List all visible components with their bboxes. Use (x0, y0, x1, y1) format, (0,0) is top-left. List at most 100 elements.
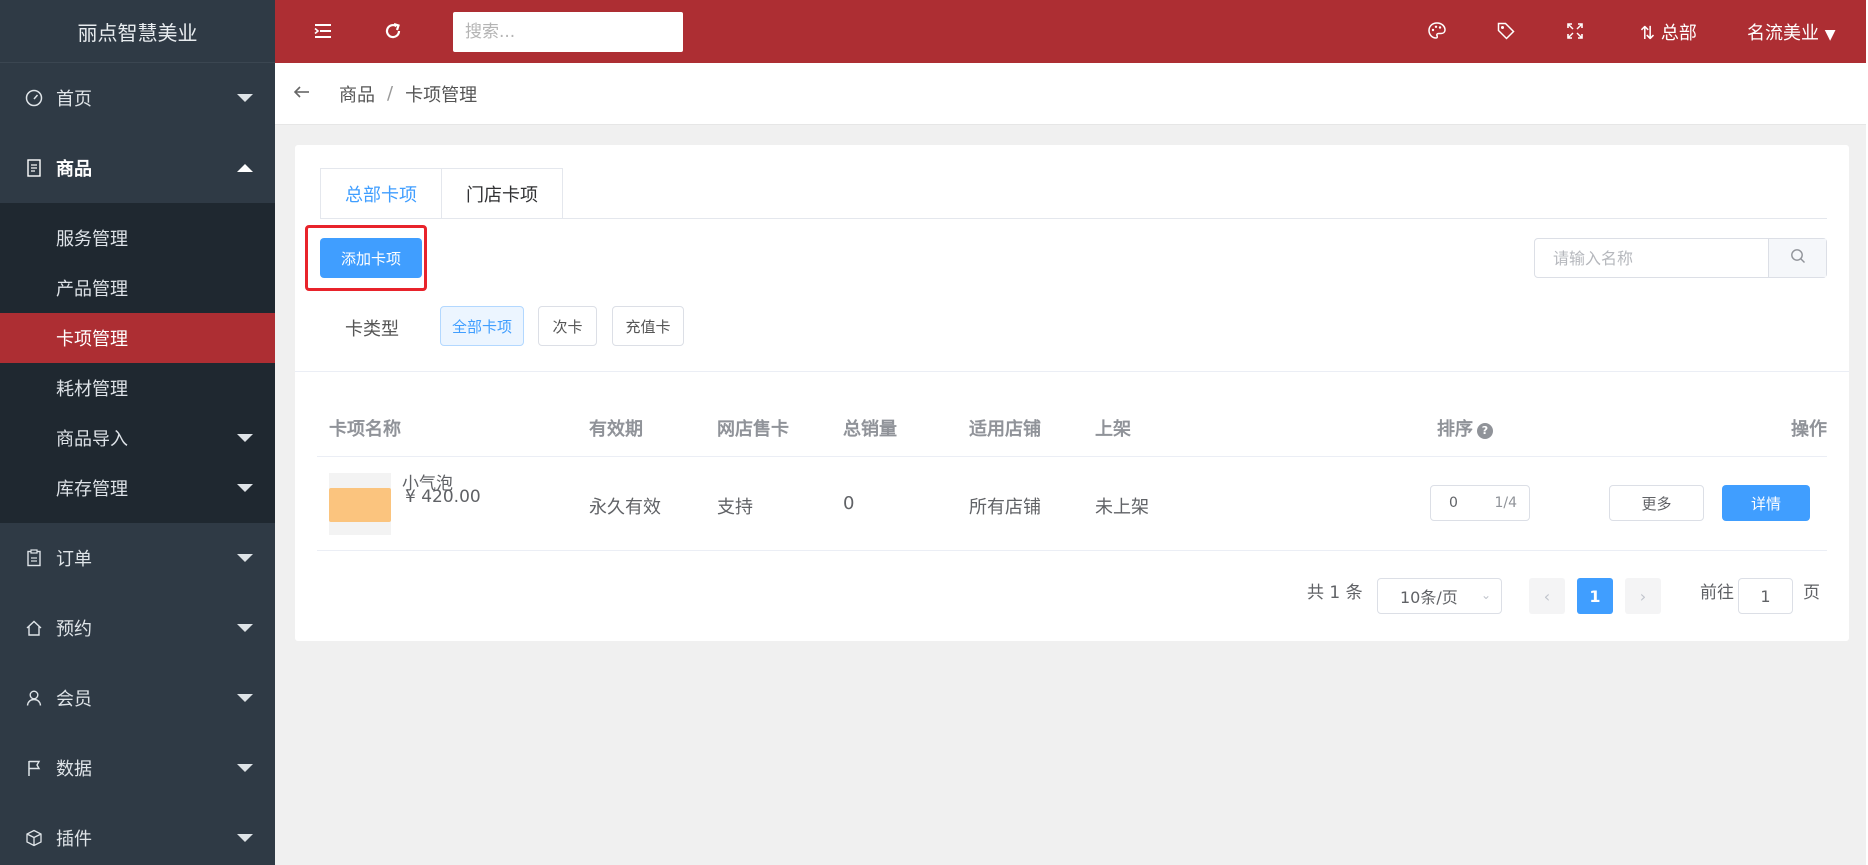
next-page-button[interactable]: › (1625, 578, 1661, 614)
table-row: 小气泡 ¥ 420.00 永久有效 支持 0 所有店铺 未上架 0 1/4 更多… (317, 457, 1827, 551)
sidebar-item-label: 预约 (56, 619, 92, 640)
tabs-underline (320, 218, 1827, 219)
sidebar-item-label: 库存管理 (56, 479, 128, 500)
cube-icon (24, 828, 44, 848)
chevron-down-icon (237, 94, 253, 102)
filter-all-cards[interactable]: 全部卡项 (440, 306, 524, 346)
sidebar: 丽点智慧美业 首页 商品 服务管理 产品管理 卡项管理 耗材管理 商品导入 库存… (0, 0, 275, 865)
detail-button[interactable]: 详情 (1722, 485, 1810, 521)
sidebar-item-appointments[interactable]: 预约 (0, 593, 275, 663)
section-divider (295, 371, 1849, 372)
chevron-down-icon (237, 624, 253, 632)
dashboard-icon (24, 88, 44, 108)
column-header-sort: 排序? (1437, 415, 1493, 441)
tab-store-cards[interactable]: 门店卡项 (442, 168, 563, 219)
sort-value: 0 (1449, 495, 1458, 511)
page-size-value: 10条/页 (1400, 588, 1458, 607)
sidebar-item-product-import[interactable]: 商品导入 (0, 413, 275, 463)
breadcrumb-item-card-management: 卡项管理 (405, 84, 478, 106)
card-type-label: 卡类型 (345, 319, 399, 340)
sidebar-item-products[interactable]: 商品 (0, 133, 275, 203)
chevron-down-icon (237, 554, 253, 562)
name-search-input[interactable] (1535, 239, 1768, 277)
flag-icon (24, 758, 44, 778)
theme-palette-icon[interactable] (1423, 17, 1451, 45)
chevron-right-icon: › (1639, 586, 1647, 606)
column-header-validity: 有效期 (589, 419, 643, 440)
user-icon (24, 688, 44, 708)
sort-order-input[interactable]: 0 1/4 (1430, 485, 1530, 521)
page-size-select[interactable]: 10条/页 ⌄ (1377, 578, 1502, 614)
goto-page-input[interactable] (1738, 578, 1793, 614)
sidebar-item-plugins[interactable]: 插件 (0, 803, 275, 865)
table-header: 卡项名称 有效期 网店售卡 总销量 适用店铺 上架 排序? 操作 (317, 395, 1827, 457)
products-submenu: 服务管理 产品管理 卡项管理 耗材管理 商品导入 库存管理 (0, 203, 275, 523)
sidebar-item-label: 商品导入 (56, 429, 128, 450)
column-header-stores: 适用店铺 (969, 419, 1041, 440)
top-bar: ⇅ 总部 名流美业 ▼ (275, 0, 1866, 63)
column-header-online-sale: 网店售卡 (717, 419, 789, 440)
card-listed-status: 未上架 (1095, 497, 1149, 518)
sort-char-count: 1/4 (1494, 495, 1517, 511)
tab-hq-cards[interactable]: 总部卡项 (320, 168, 442, 219)
sidebar-item-consumables-management[interactable]: 耗材管理 (0, 363, 275, 413)
menu-collapse-icon[interactable] (309, 17, 337, 45)
sidebar-item-service-management[interactable]: 服务管理 (0, 213, 275, 263)
caret-down-icon: ▼ (1824, 27, 1836, 43)
chevron-down-icon (237, 764, 253, 772)
sidebar-item-home[interactable]: 首页 (0, 63, 275, 133)
card-total-sales: 0 (843, 493, 855, 514)
breadcrumb-separator: / (387, 83, 394, 104)
document-icon (24, 158, 44, 178)
back-arrow-icon[interactable] (293, 83, 313, 104)
prev-page-button[interactable]: ‹ (1529, 578, 1565, 614)
filter-count-card[interactable]: 次卡 (538, 306, 597, 346)
switch-hq-button[interactable]: ⇅ 总部 (1640, 19, 1697, 45)
search-button[interactable] (1768, 239, 1826, 277)
more-button[interactable]: 更多 (1609, 485, 1704, 521)
help-icon[interactable]: ? (1477, 422, 1493, 439)
sidebar-item-product-management[interactable]: 产品管理 (0, 263, 275, 313)
column-header-name: 卡项名称 (329, 419, 401, 440)
card-online-sale: 支持 (717, 497, 753, 518)
add-card-button[interactable]: 添加卡项 (320, 238, 422, 278)
sidebar-item-orders[interactable]: 订单 (0, 523, 275, 593)
store-dropdown[interactable]: 名流美业 ▼ (1747, 19, 1836, 45)
column-header-actions: 操作 (1791, 419, 1827, 440)
sidebar-item-label: 插件 (56, 829, 92, 850)
chevron-down-icon (237, 484, 253, 492)
fullscreen-icon[interactable] (1561, 17, 1589, 45)
column-header-listed: 上架 (1095, 419, 1131, 440)
brand-title: 丽点智慧美业 (0, 0, 275, 63)
sort-header-label: 排序 (1437, 419, 1473, 440)
card-management-panel: 总部卡项 门店卡项 添加卡项 卡类型 全部卡项 次卡 充值卡 卡项名称 有效期 … (295, 145, 1849, 641)
breadcrumb: 商品 / 卡项管理 (275, 63, 1866, 125)
refresh-icon[interactable] (379, 17, 407, 45)
sidebar-item-label: 订单 (56, 549, 92, 570)
clipboard-icon (24, 548, 44, 568)
column-header-total-sales: 总销量 (843, 419, 897, 440)
sidebar-item-members[interactable]: 会员 (0, 663, 275, 733)
sidebar-item-data[interactable]: 数据 (0, 733, 275, 803)
name-search (1534, 238, 1827, 278)
chevron-down-icon (237, 834, 253, 842)
store-label: 名流美业 (1747, 23, 1819, 44)
chevron-left-icon: ‹ (1543, 586, 1551, 606)
sidebar-item-label: 商品 (56, 159, 92, 180)
tag-icon[interactable] (1492, 17, 1520, 45)
sidebar-item-label: 会员 (56, 689, 92, 710)
sidebar-item-card-management[interactable]: 卡项管理 (0, 313, 275, 363)
search-icon (1790, 248, 1806, 268)
filter-recharge-card[interactable]: 充值卡 (612, 306, 684, 346)
breadcrumb-item-products[interactable]: 商品 (339, 81, 375, 107)
goto-label: 前往 (1700, 583, 1734, 603)
chevron-down-icon: ⌄ (1480, 588, 1491, 602)
sidebar-item-inventory-management[interactable]: 库存管理 (0, 463, 275, 513)
home-icon (24, 618, 44, 638)
pagination-total: 共 1 条 (1307, 583, 1363, 603)
card-source-tabs: 总部卡项 门店卡项 (320, 168, 563, 219)
page-number-current[interactable]: 1 (1577, 578, 1613, 614)
global-search-input[interactable] (453, 12, 683, 52)
sidebar-item-label: 数据 (56, 759, 92, 780)
chevron-up-icon (237, 164, 253, 172)
